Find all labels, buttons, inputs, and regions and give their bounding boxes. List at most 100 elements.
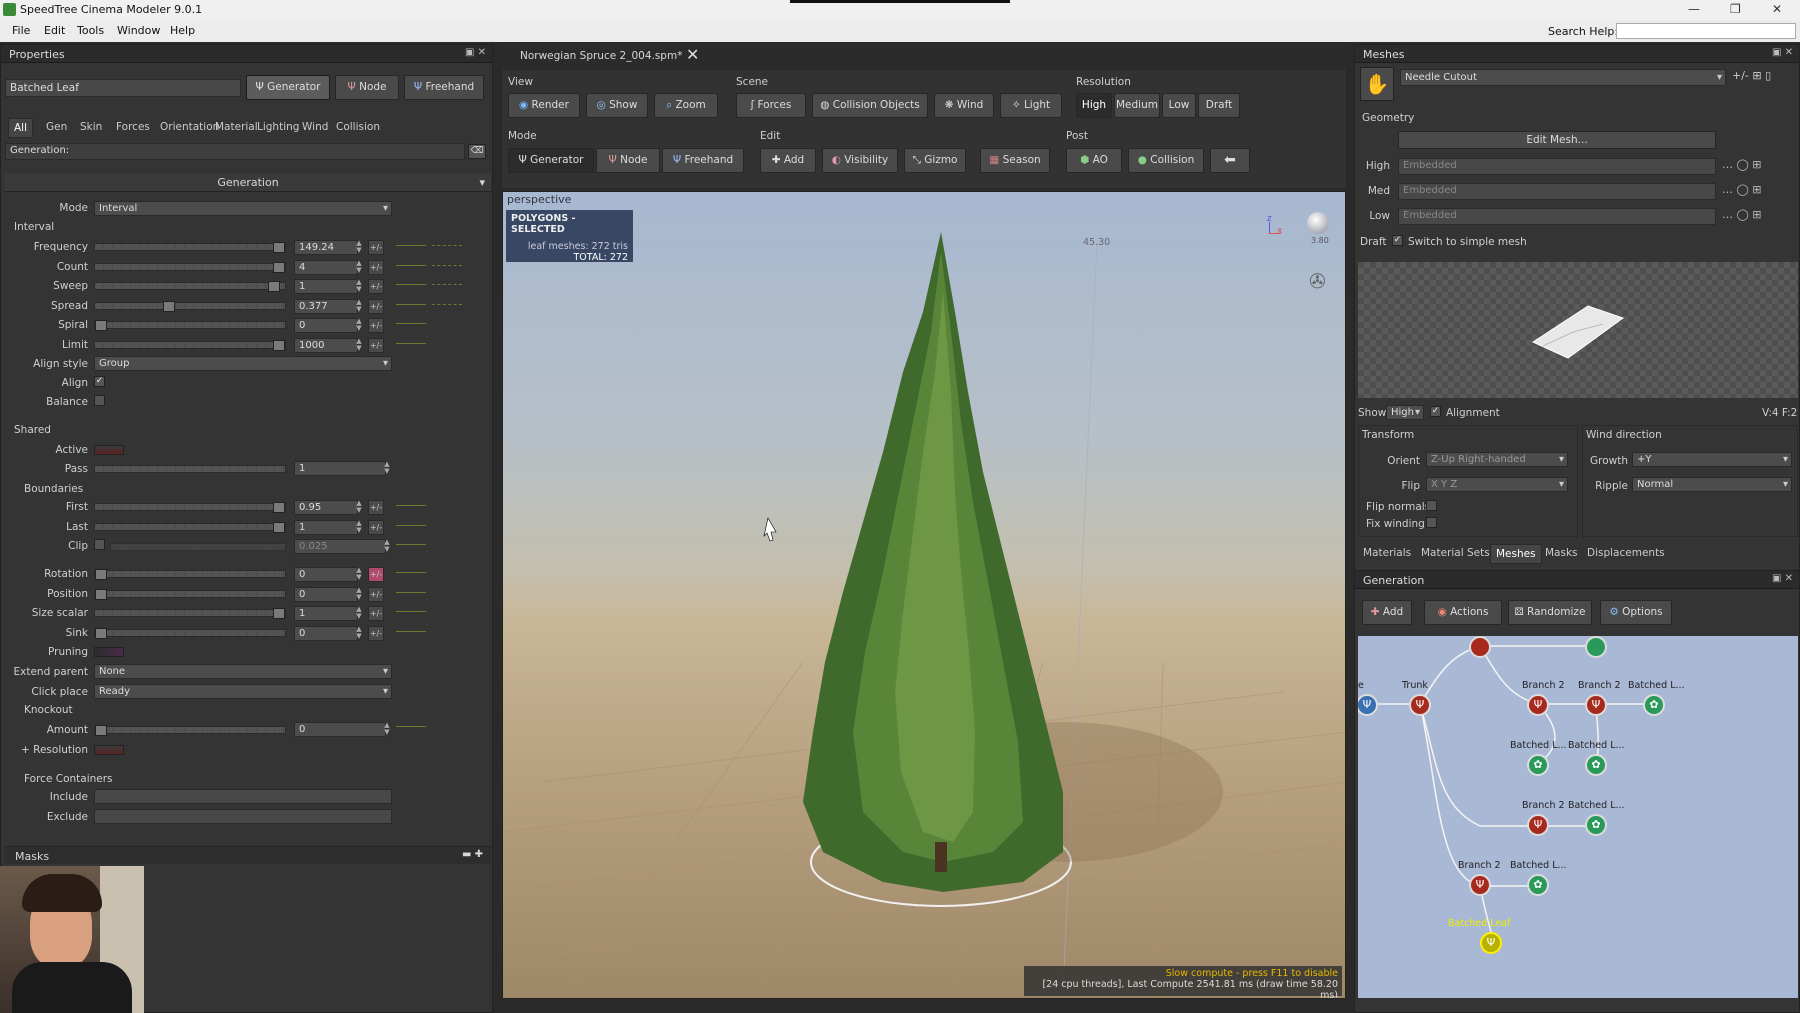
graph-node-6[interactable]: ✿ xyxy=(1585,754,1607,776)
resolution-swatch[interactable] xyxy=(94,745,124,755)
amount-slider[interactable] xyxy=(94,725,286,736)
tab-masks[interactable]: Masks xyxy=(1540,544,1583,562)
size-scalar-curve[interactable] xyxy=(396,602,426,612)
rotation-curve[interactable] xyxy=(396,563,426,573)
document-tab-title[interactable]: Norwegian Spruce 2_004.spm* xyxy=(520,50,682,62)
spread-slider-knob[interactable] xyxy=(163,300,176,312)
sweep-curve-2[interactable] xyxy=(432,275,462,285)
sweep-value[interactable]: 1 xyxy=(294,279,358,294)
res-low-button[interactable]: Low xyxy=(1162,93,1196,118)
graph-node-8[interactable]: ✿ xyxy=(1585,814,1607,836)
sink-slider-knob[interactable] xyxy=(95,627,107,639)
frequency-value[interactable]: 149.24 xyxy=(294,240,358,255)
spiral-value[interactable]: 0 xyxy=(294,318,358,333)
tab-material-sets[interactable]: Material Sets xyxy=(1416,544,1495,562)
size-scalar-spinner-icon[interactable]: ▲ ▼ xyxy=(355,606,363,621)
sink-value[interactable]: 0 xyxy=(294,625,358,641)
position-slider[interactable] xyxy=(94,588,286,600)
position-curve[interactable] xyxy=(396,583,426,593)
tab-wind[interactable]: Wind xyxy=(297,118,333,136)
count-curve-2[interactable] xyxy=(432,256,462,266)
graph-node-5[interactable]: ✿ xyxy=(1527,754,1549,776)
spiral-randomize-icon[interactable]: +/- xyxy=(368,318,384,333)
generation-group-header[interactable]: Generation ▾ xyxy=(5,174,491,192)
tab-meshes[interactable]: Meshes xyxy=(1490,544,1542,564)
alignment-checkbox[interactable]: ✓ xyxy=(1430,406,1441,417)
active-color-swatch[interactable] xyxy=(94,445,124,455)
lod-med-field[interactable]: Embedded xyxy=(1398,183,1716,200)
frequency-randomize-icon[interactable]: +/- xyxy=(368,240,384,255)
position-spinner-icon[interactable]: ▲ ▼ xyxy=(355,586,363,602)
frequency-spinner-icon[interactable]: ▲ ▼ xyxy=(355,240,363,255)
frequency-slider-knob[interactable] xyxy=(273,242,286,253)
count-slider-knob[interactable] xyxy=(273,261,286,273)
rotation-slider-knob[interactable] xyxy=(95,569,107,580)
last-randomize-icon[interactable]: +/- xyxy=(368,519,384,535)
node-graph[interactable]: Ψ Tree Ψ Trunk Ψ Branch 2 Ψ Branch 2 ✿ Batched L.… xyxy=(1358,636,1798,998)
graph-node-2[interactable]: Ψ xyxy=(1527,694,1549,716)
minimize-icon[interactable]: — xyxy=(1688,2,1700,16)
growth-dropdown[interactable]: +Y xyxy=(1632,452,1792,467)
position-value[interactable]: 0 xyxy=(294,586,358,602)
position-randomize-icon[interactable]: +/- xyxy=(368,586,384,602)
graph-node-11[interactable]: Ψ xyxy=(1480,932,1502,954)
graph-node-10[interactable]: ✿ xyxy=(1527,874,1549,896)
season-button[interactable]: ▦ Season xyxy=(980,148,1050,173)
flip-dropdown[interactable]: X Y Z xyxy=(1426,477,1568,492)
first-spinner-icon[interactable]: ▲ ▼ xyxy=(355,500,363,515)
last-spinner-icon[interactable]: ▲ ▼ xyxy=(355,519,363,535)
limit-randomize-icon[interactable]: +/- xyxy=(368,337,384,353)
close-tab-icon[interactable]: ✕ xyxy=(686,45,699,64)
graph-node-1[interactable]: Ψ xyxy=(1409,694,1431,716)
graph-node-3[interactable]: Ψ xyxy=(1585,694,1607,716)
spiral-spinner-icon[interactable]: ▲ ▼ xyxy=(355,318,363,333)
render-button[interactable]: ◉ Render xyxy=(508,93,580,118)
orient-dropdown[interactable]: Z-Up Right-handed xyxy=(1426,452,1568,467)
visibility-button[interactable]: ◐ Visibility xyxy=(822,148,898,173)
lod-med-actions-icon[interactable]: … ◯ ⊞ xyxy=(1722,183,1792,200)
graph-node-7[interactable]: Ψ xyxy=(1527,814,1549,836)
limit-slider-knob[interactable] xyxy=(273,339,286,351)
res-high-button[interactable]: High xyxy=(1076,93,1112,118)
masks-controls-icon[interactable]: ▬ ✚ xyxy=(462,849,483,860)
collision-objects-button[interactable]: ◍ Collision Objects xyxy=(812,93,928,118)
limit-slider[interactable] xyxy=(94,339,286,351)
mesh-preview[interactable] xyxy=(1358,262,1798,398)
prop-node-button[interactable]: Ψ Node xyxy=(335,75,399,100)
sweep-slider-knob[interactable] xyxy=(267,281,280,292)
options-button[interactable]: ⚙ Options xyxy=(1600,600,1672,625)
clip-slider[interactable] xyxy=(110,543,286,551)
clip-value[interactable]: 0.025 xyxy=(294,539,386,554)
ripple-dropdown[interactable]: Normal xyxy=(1632,477,1792,492)
mode-node-button[interactable]: Ψ Node xyxy=(596,148,660,173)
size-scalar-slider-knob[interactable] xyxy=(273,608,286,619)
last-slider-knob[interactable] xyxy=(273,521,286,533)
graph-node-top-leaf[interactable] xyxy=(1585,636,1607,658)
amount-curve[interactable] xyxy=(396,717,426,727)
edit-mesh-button[interactable]: Edit Mesh... xyxy=(1398,131,1716,149)
first-slider[interactable] xyxy=(94,502,286,513)
rotation-value[interactable]: 0 xyxy=(294,567,358,582)
align-style-dropdown[interactable]: Group xyxy=(94,356,392,371)
spiral-slider-knob[interactable] xyxy=(95,320,107,331)
res-draft-button[interactable]: Draft xyxy=(1198,93,1240,118)
amount-slider-knob[interactable] xyxy=(95,725,107,736)
pruning-swatch[interactable] xyxy=(94,647,124,657)
size-scalar-randomize-icon[interactable]: +/- xyxy=(368,606,384,621)
include-field[interactable] xyxy=(94,789,392,804)
flip-normals-checkbox[interactable] xyxy=(1426,500,1437,511)
first-slider-knob[interactable] xyxy=(273,502,286,513)
clip-curve[interactable] xyxy=(396,535,426,545)
position-slider-knob[interactable] xyxy=(95,588,107,600)
click-place-dropdown[interactable]: Ready xyxy=(94,684,392,699)
res-medium-button[interactable]: Medium xyxy=(1114,93,1160,118)
count-slider[interactable] xyxy=(94,261,286,273)
tab-forces[interactable]: Forces xyxy=(111,118,155,136)
prop-freehand-button[interactable]: Ψ Freehand xyxy=(404,75,484,100)
frequency-curve-2[interactable] xyxy=(432,236,462,246)
lod-high-actions-icon[interactable]: … ◯ ⊞ xyxy=(1722,158,1792,175)
gen-add-button[interactable]: ✚ Add xyxy=(1362,600,1412,625)
spread-curve-2[interactable] xyxy=(432,295,462,305)
tab-displacements[interactable]: Displacements xyxy=(1582,544,1670,562)
rotation-randomize-icon[interactable]: +/- xyxy=(368,567,384,582)
